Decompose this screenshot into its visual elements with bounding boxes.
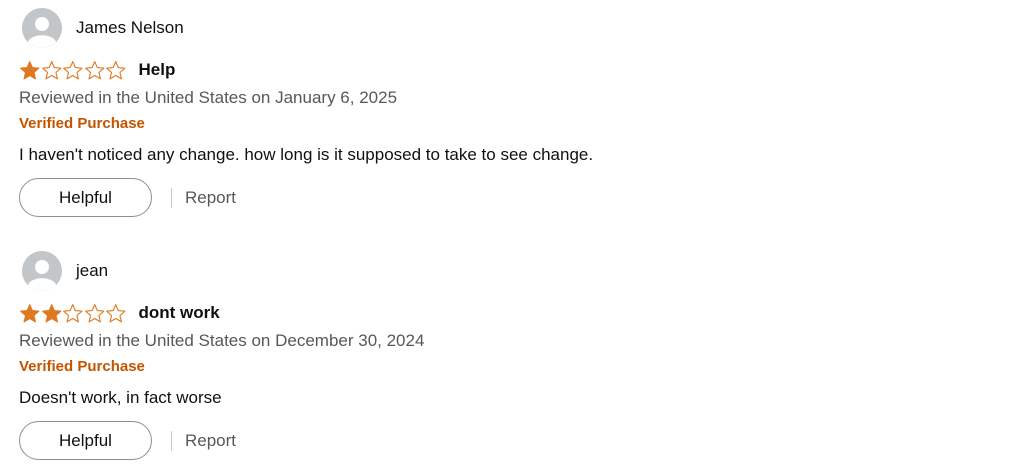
report-link[interactable]: Report [185, 431, 236, 451]
star-empty-icon [84, 60, 104, 79]
review-item: James Nelson Help Reviewed in the United… [19, 8, 999, 217]
review-date: Reviewed in the United States on January… [19, 88, 398, 107]
star-empty-icon [63, 60, 83, 79]
star-empty-icon [41, 60, 61, 79]
review-date: Reviewed in the United States on Decembe… [19, 331, 425, 350]
review-title-row: Help [19, 58, 999, 82]
star-filled-icon [20, 303, 40, 322]
verified-purchase-badge: Verified Purchase [19, 358, 145, 375]
star-empty-icon [63, 303, 83, 322]
report-link[interactable]: Report [185, 188, 236, 208]
user-avatar-icon [22, 251, 62, 291]
helpful-button[interactable]: Helpful [19, 178, 152, 217]
helpful-button[interactable]: Helpful [19, 421, 152, 460]
review-item: jean dont work Reviewed in the United St… [19, 251, 999, 460]
reviews-list: James Nelson Help Reviewed in the United… [0, 0, 1024, 474]
star-rating[interactable] [19, 302, 127, 324]
review-actions: Helpful Report [19, 178, 999, 217]
review-title-row: dont work [19, 301, 999, 325]
star-rating[interactable] [19, 59, 127, 81]
divider [171, 430, 172, 451]
star-filled-icon [41, 303, 61, 322]
review-title[interactable]: Help [139, 60, 176, 80]
reviewer-profile[interactable]: jean [19, 251, 999, 291]
reviewer-name[interactable]: jean [76, 261, 108, 281]
review-actions: Helpful Report [19, 421, 999, 460]
verified-purchase-badge: Verified Purchase [19, 115, 145, 132]
reviewer-name[interactable]: James Nelson [76, 18, 184, 38]
star-empty-icon [106, 303, 126, 322]
divider [171, 187, 172, 208]
review-title[interactable]: dont work [139, 303, 220, 323]
user-avatar-icon [22, 8, 62, 48]
star-empty-icon [106, 60, 126, 79]
review-body: Doesn't work, in fact worse [19, 388, 222, 407]
reviewer-profile[interactable]: James Nelson [19, 8, 999, 48]
star-filled-icon [20, 60, 40, 79]
review-body: I haven't noticed any change. how long i… [19, 145, 594, 164]
star-empty-icon [84, 303, 104, 322]
